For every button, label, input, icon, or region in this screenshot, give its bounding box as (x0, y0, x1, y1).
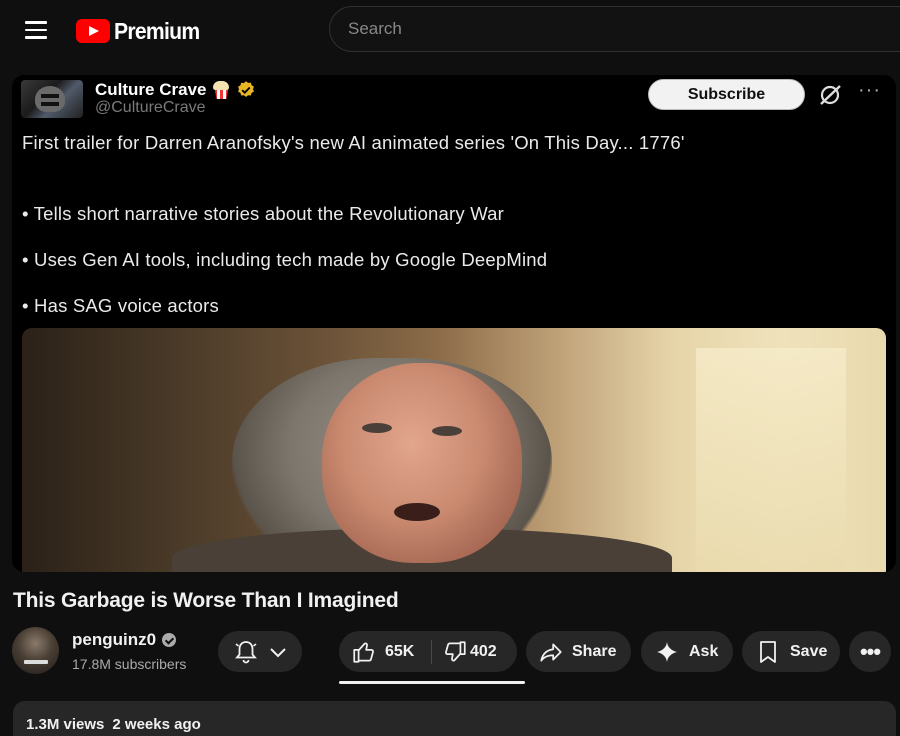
more-actions-button[interactable]: ••• (849, 631, 891, 672)
thumbs-up-icon (353, 641, 374, 663)
channel-name[interactable]: penguinz0 (72, 630, 177, 650)
logo-text: Premium (114, 17, 200, 44)
youtube-premium-logo[interactable]: Premium (76, 17, 207, 45)
verified-check-icon (162, 633, 177, 647)
video-frame-image (22, 328, 886, 572)
bell-icon (235, 640, 257, 663)
like-dislike-group: 65K 402 (339, 631, 517, 672)
save-label: Save (790, 642, 828, 660)
notifications-button[interactable] (218, 631, 302, 672)
verified-badge-icon (238, 81, 255, 97)
share-button[interactable]: Share (526, 631, 631, 672)
description-box[interactable]: 1.3M views 2 weeks ago (13, 701, 896, 736)
tweet-display-name: Culture Crave (95, 80, 256, 100)
video-title: This Garbage is Worse Than I Imagined (13, 589, 399, 612)
subscriber-count: 17.8M subscribers (72, 656, 187, 672)
tweet-bullet: • Uses Gen AI tools, including tech made… (22, 249, 548, 270)
ask-label: Ask (689, 642, 719, 660)
popcorn-icon (212, 81, 230, 99)
like-count: 65K (385, 642, 415, 660)
like-divider (431, 639, 432, 664)
channel-name-text: penguinz0 (72, 630, 157, 649)
view-count: 1.3M views (26, 716, 105, 733)
tweet-display-name-text: Culture Crave (95, 80, 207, 99)
youtube-play-icon (76, 19, 110, 43)
like-progress-underline (339, 681, 525, 684)
tweet-bullet: • Has SAG voice actors (22, 295, 219, 316)
save-button[interactable]: Save (742, 631, 840, 672)
share-label: Share (572, 642, 617, 660)
upload-date: 2 weeks ago (112, 716, 201, 733)
search-input[interactable] (329, 6, 900, 52)
tweet-subscribe-button: Subscribe (648, 79, 805, 110)
channel-avatar[interactable] (12, 627, 59, 674)
chevron-down-icon (270, 647, 286, 657)
video-player[interactable]: Culture Crave @CultureCrave Subscribe ··… (12, 75, 896, 572)
share-icon (540, 643, 562, 662)
tweet-more-icon: ··· (858, 79, 881, 101)
tweet-avatar (21, 80, 83, 118)
menu-icon[interactable] (18, 14, 54, 46)
like-button[interactable]: 65K (351, 639, 431, 665)
dislike-count: 402 (470, 642, 497, 660)
grok-icon (820, 85, 841, 105)
tweet-text: First trailer for Darren Aranofsky's new… (22, 132, 685, 153)
masthead: Premium (0, 0, 900, 60)
thumbs-down-icon (445, 640, 466, 662)
dislike-button[interactable]: 402 (442, 639, 497, 665)
more-actions-icon: ••• (859, 638, 881, 664)
tweet-bullet: • Tells short narrative stories about th… (22, 203, 505, 224)
ask-button[interactable]: Ask (641, 631, 733, 672)
tweet-handle: @CultureCrave (95, 99, 206, 116)
bookmark-icon (760, 640, 776, 663)
sparkle-icon (657, 641, 677, 662)
